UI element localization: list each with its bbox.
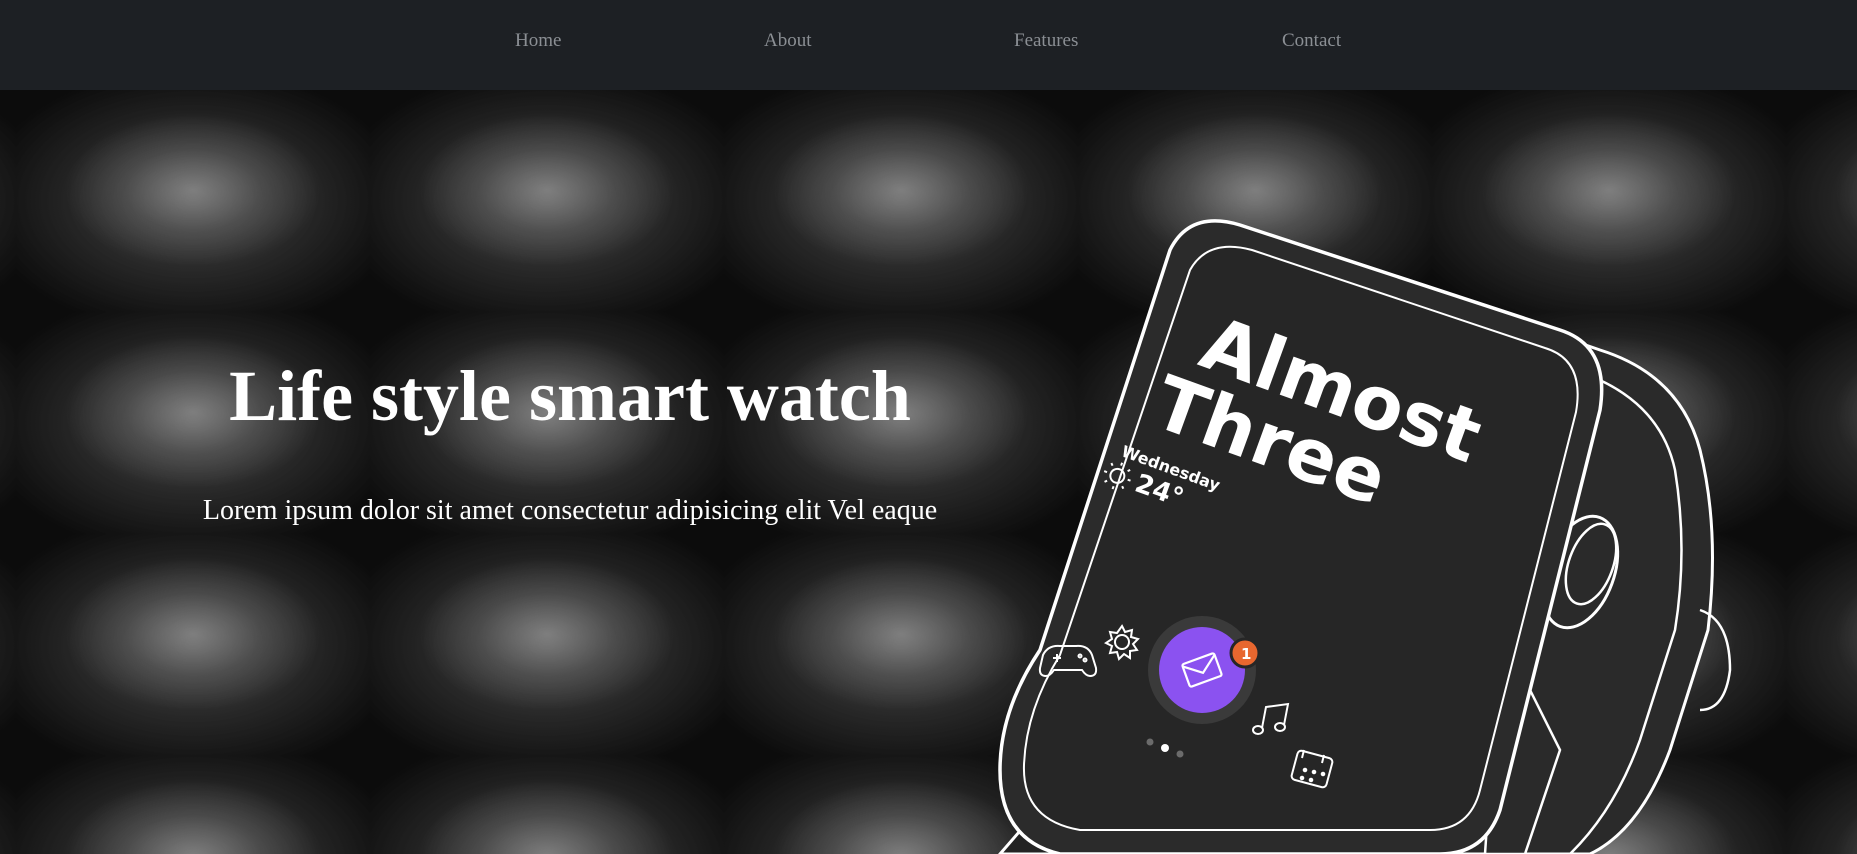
- hero-title: Life style smart watch: [229, 356, 911, 436]
- nav-link-contact[interactable]: Contact: [1282, 30, 1341, 52]
- nav-link-features[interactable]: Features: [1014, 30, 1078, 52]
- top-navbar: Home About Features Contact: [0, 0, 1857, 90]
- notification-count: 1: [1241, 645, 1251, 663]
- nav-link-about[interactable]: About: [764, 30, 812, 52]
- nav-link-home[interactable]: Home: [515, 30, 561, 52]
- hero-description: Lorem ipsum dolor sit amet consectetur a…: [202, 495, 938, 526]
- smart-watch-illustration: Almost Three Wednesday 24° 1: [940, 150, 1740, 854]
